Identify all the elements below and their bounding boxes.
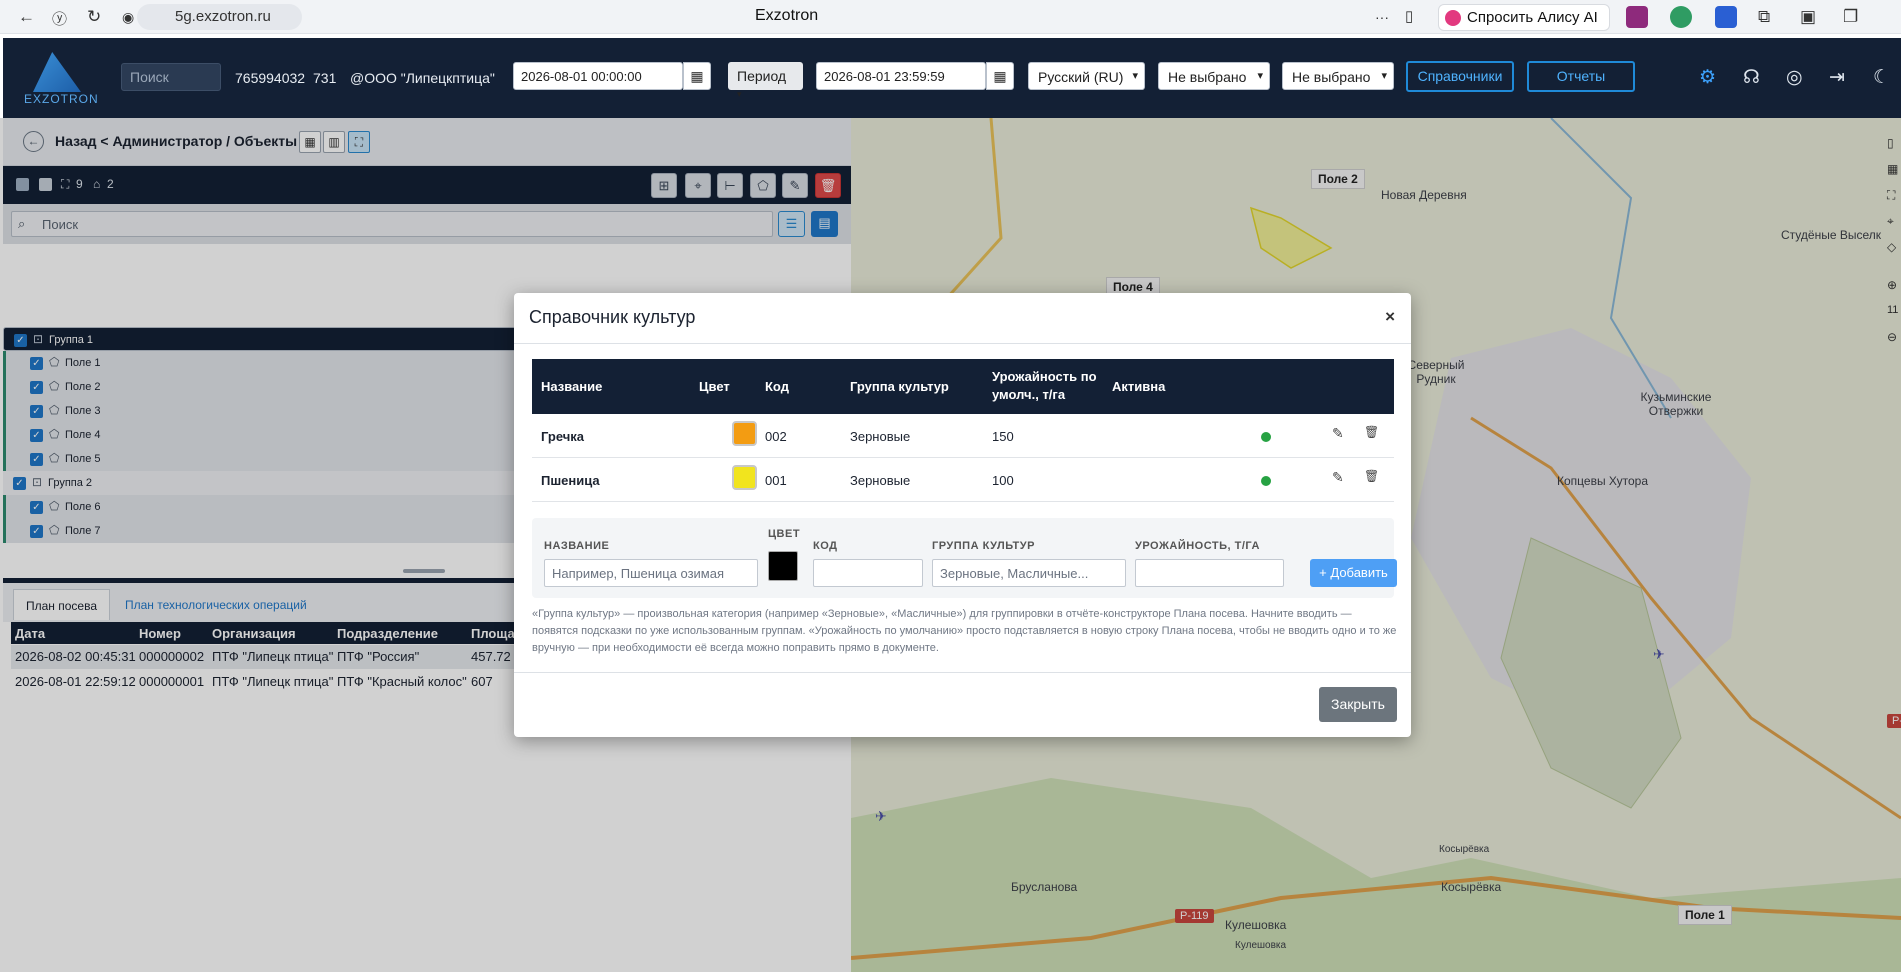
header-search-input[interactable]: Поиск [121, 63, 221, 91]
add-color-label: ЦВЕТ [768, 528, 801, 540]
alice-button[interactable]: Спросить Алису AI [1438, 4, 1610, 31]
calendar-from-icon[interactable]: ▦ [683, 62, 711, 90]
site-info-icon[interactable]: ◉ [122, 9, 134, 26]
crop-yield: 150 [992, 429, 1014, 444]
edit-pencil-icon[interactable]: ✎ [1332, 469, 1344, 486]
modal-title: Справочник культур [529, 307, 696, 327]
logout-icon[interactable]: ⇥ [1829, 66, 1845, 89]
active-status-dot [1261, 476, 1271, 486]
crop-code: 002 [765, 429, 787, 444]
crop-name: Гречка [541, 429, 585, 444]
page-title: Exzotron [755, 7, 819, 24]
logo[interactable]: EXZOTRON [19, 50, 99, 108]
extension-gear-icon[interactable] [1670, 6, 1692, 28]
add-code-input[interactable] [813, 559, 923, 587]
add-name-input[interactable]: Например, Пшеница озимая [544, 559, 758, 587]
logo-mark-icon [33, 52, 81, 92]
add-crop-button[interactable]: + Добавить [1310, 559, 1397, 587]
reports-button[interactable]: Отчеты [1527, 61, 1635, 92]
bookmark-icon[interactable]: ▯ [1405, 7, 1413, 25]
crop-code: 001 [765, 473, 787, 488]
crop-group: Зерновые [850, 473, 911, 488]
modal-header-divider [514, 343, 1411, 344]
user-settings-icon[interactable]: ◎ [1786, 66, 1803, 89]
app-root: ← ⓨ ↻ ◉ 5g.exzotron.ru Exzotron ··· ▯ Сп… [0, 0, 1901, 972]
add-color-picker[interactable] [768, 551, 798, 581]
more-dots-icon[interactable]: ··· [1375, 9, 1389, 25]
reload-icon[interactable]: ↻ [87, 7, 101, 27]
chevron-down-icon: ▾ [1381, 70, 1387, 82]
back-arrow-icon[interactable]: ← [18, 7, 35, 27]
trash-icon[interactable]: 🗑 [1364, 425, 1379, 439]
edit-pencil-icon[interactable]: ✎ [1332, 425, 1344, 442]
filter-select-2[interactable]: Не выбрано ▾ [1282, 62, 1394, 90]
support-headset-icon[interactable]: ☊ [1743, 66, 1760, 89]
browser-toolbar: ← ⓨ ↻ ◉ 5g.exzotron.ru Exzotron ··· ▯ Сп… [0, 0, 1901, 34]
app-header: EXZOTRON Поиск 765994032 731 @ООО "Липец… [3, 38, 1901, 118]
logo-text: EXZOTRON [24, 92, 99, 106]
extension-y-icon[interactable] [1715, 6, 1737, 28]
period-label: Период [737, 68, 787, 84]
alice-label: Спросить Алису AI [1467, 9, 1598, 26]
add-group-label: ГРУППА КУЛЬТУР [932, 540, 1035, 552]
help-text: «Группа культур» — произвольная категори… [532, 608, 1397, 654]
alice-icon [1445, 10, 1461, 26]
col-code[interactable]: Код [765, 379, 789, 394]
active-status-dot [1261, 432, 1271, 442]
col-crop-group[interactable]: Группа культур [850, 379, 949, 394]
date-to-input[interactable]: 2026-08-01 23:59:59 [816, 62, 986, 90]
crop-row[interactable]: Пшеница 001 Зерновые 100 ✎ 🗑 [532, 458, 1394, 502]
extensions-puzzle-icon[interactable]: ⧉ [1758, 7, 1770, 27]
period-dropdown[interactable]: Период ▾ [728, 62, 803, 99]
crop-color-swatch [732, 465, 757, 490]
crop-name: Пшеница [541, 473, 600, 488]
crops-directory-modal: Справочник культур × Название Цвет Код Г… [514, 293, 1411, 737]
extension-x-icon[interactable] [1626, 6, 1648, 28]
yandex-icon[interactable]: ⓨ [52, 8, 67, 29]
col-color[interactable]: Цвет [699, 379, 730, 394]
url-text[interactable]: 5g.exzotron.ru [175, 8, 271, 25]
account-number: 731 [313, 70, 337, 86]
crop-color-swatch [732, 421, 757, 446]
calendar-to-icon[interactable]: ▦ [986, 62, 1014, 90]
chevron-down-icon: ▾ [1257, 70, 1263, 82]
account-id: 765994032 [235, 70, 306, 86]
media-icon[interactable]: ▣ [1800, 7, 1816, 27]
col-default-yield[interactable]: Урожайность по умолч., т/га [992, 368, 1102, 404]
filter2-value: Не выбрано [1292, 69, 1371, 85]
close-button[interactable]: Закрыть [1319, 687, 1397, 722]
crop-group: Зерновые [850, 429, 911, 444]
col-name[interactable]: Название [541, 379, 602, 394]
crop-row[interactable]: Гречка 002 Зерновые 150 ✎ 🗑 [532, 414, 1394, 458]
language-value: Русский (RU) [1038, 69, 1124, 85]
collections-icon[interactable]: ❐ [1843, 7, 1858, 27]
date-from-input[interactable]: 2026-08-01 00:00:00 [513, 62, 683, 90]
chevron-down-icon: ▾ [1132, 70, 1138, 82]
add-crop-form: НАЗВАНИЕ ЦВЕТ КОД ГРУППА КУЛЬТУР УРОЖАЙН… [532, 518, 1397, 598]
organization-name: @ООО "Липецкптица" [350, 70, 495, 86]
filter-select-1[interactable]: Не выбрано ▾ [1158, 62, 1270, 90]
directories-button[interactable]: Справочники [1406, 61, 1514, 92]
col-active[interactable]: Активна [1112, 379, 1165, 394]
modal-footer-divider [514, 672, 1411, 673]
crops-table-header: Название Цвет Код Группа культур Урожайн… [532, 359, 1394, 414]
add-yield-label: УРОЖАЙНОСТЬ, Т/ГА [1135, 540, 1260, 552]
add-name-label: НАЗВАНИЕ [544, 540, 610, 552]
filter1-value: Не выбрано [1168, 69, 1247, 85]
add-code-label: КОД [813, 540, 838, 552]
crop-yield: 100 [992, 473, 1014, 488]
settings-gear-icon[interactable]: ⚙ [1699, 66, 1716, 89]
dark-mode-moon-icon[interactable]: ☾ [1873, 66, 1890, 89]
caret-down-icon: ▾ [737, 89, 742, 99]
close-icon[interactable]: × [1385, 307, 1395, 327]
add-group-input[interactable]: Зерновые, Масличные... [932, 559, 1126, 587]
language-select[interactable]: Русский (RU) ▾ [1028, 62, 1145, 90]
trash-icon[interactable]: 🗑 [1364, 469, 1379, 483]
add-yield-input[interactable] [1135, 559, 1284, 587]
